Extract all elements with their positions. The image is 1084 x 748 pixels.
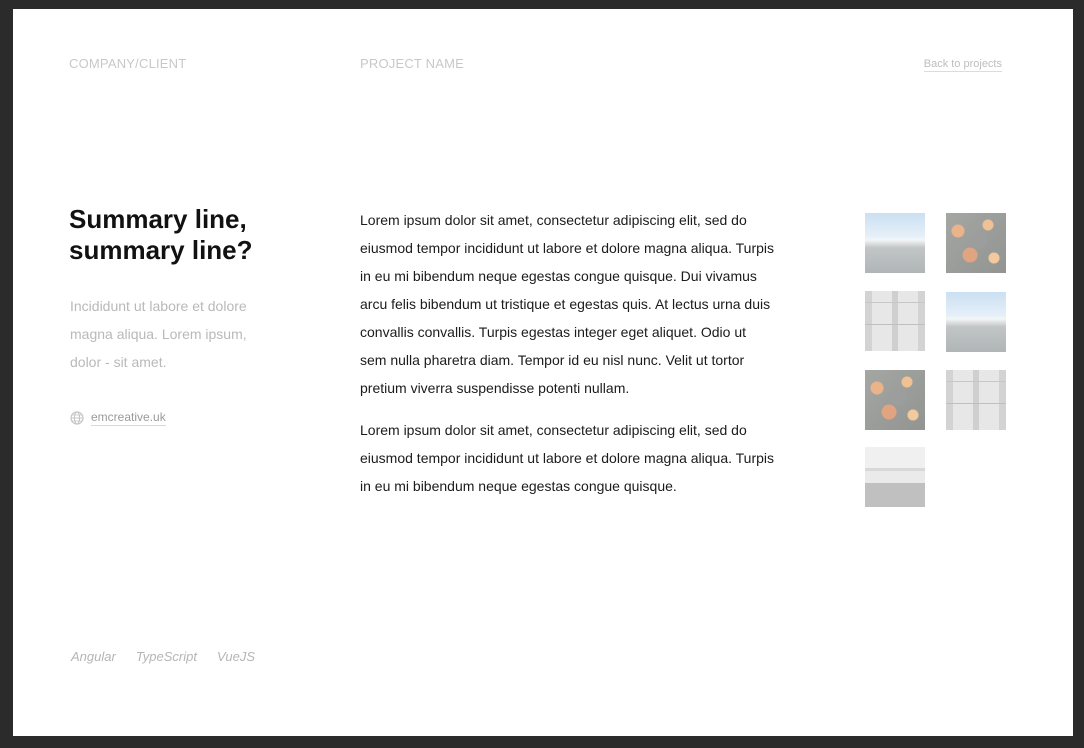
gallery-thumbnail-building[interactable] xyxy=(865,291,925,351)
website-link[interactable]: emcreative.uk xyxy=(91,410,166,426)
gallery-thumbnail-autumn[interactable] xyxy=(865,370,925,430)
gallery-thumbnail-pier[interactable] xyxy=(865,447,925,507)
body-paragraph-1: Lorem ipsum dolor sit amet, consectetur … xyxy=(360,212,775,396)
tag-angular: Angular xyxy=(71,649,116,664)
gallery-thumbnail-autumn[interactable] xyxy=(946,213,1006,273)
body-text: Lorem ipsum dolor sit amet, consectetur … xyxy=(360,206,775,514)
project-name-label: PROJECT NAME xyxy=(360,56,465,71)
gallery-thumbnail-mountain[interactable] xyxy=(865,213,925,273)
tag-typescript: TypeScript xyxy=(135,649,197,664)
back-to-projects-link[interactable]: Back to projects xyxy=(923,58,1002,72)
summary-title: Summary line, summary line? xyxy=(69,204,253,265)
gallery-thumbnail-mountain[interactable] xyxy=(946,292,1006,352)
company-client-label: COMPANY/CLIENT xyxy=(69,56,187,71)
gallery-thumbnail-building[interactable] xyxy=(946,370,1006,430)
summary-text: Incididunt ut labore et dolore magna ali… xyxy=(70,298,247,370)
tag-vuejs: VueJS xyxy=(216,649,256,664)
tech-tags: Angular TypeScript VueJS xyxy=(71,649,255,664)
body-paragraph-2: Lorem ipsum dolor sit amet, consectetur … xyxy=(360,422,775,494)
globe-icon xyxy=(70,411,84,425)
website-row: emcreative.uk xyxy=(70,410,166,426)
project-card: COMPANY/CLIENT PROJECT NAME Back to proj… xyxy=(13,9,1073,736)
